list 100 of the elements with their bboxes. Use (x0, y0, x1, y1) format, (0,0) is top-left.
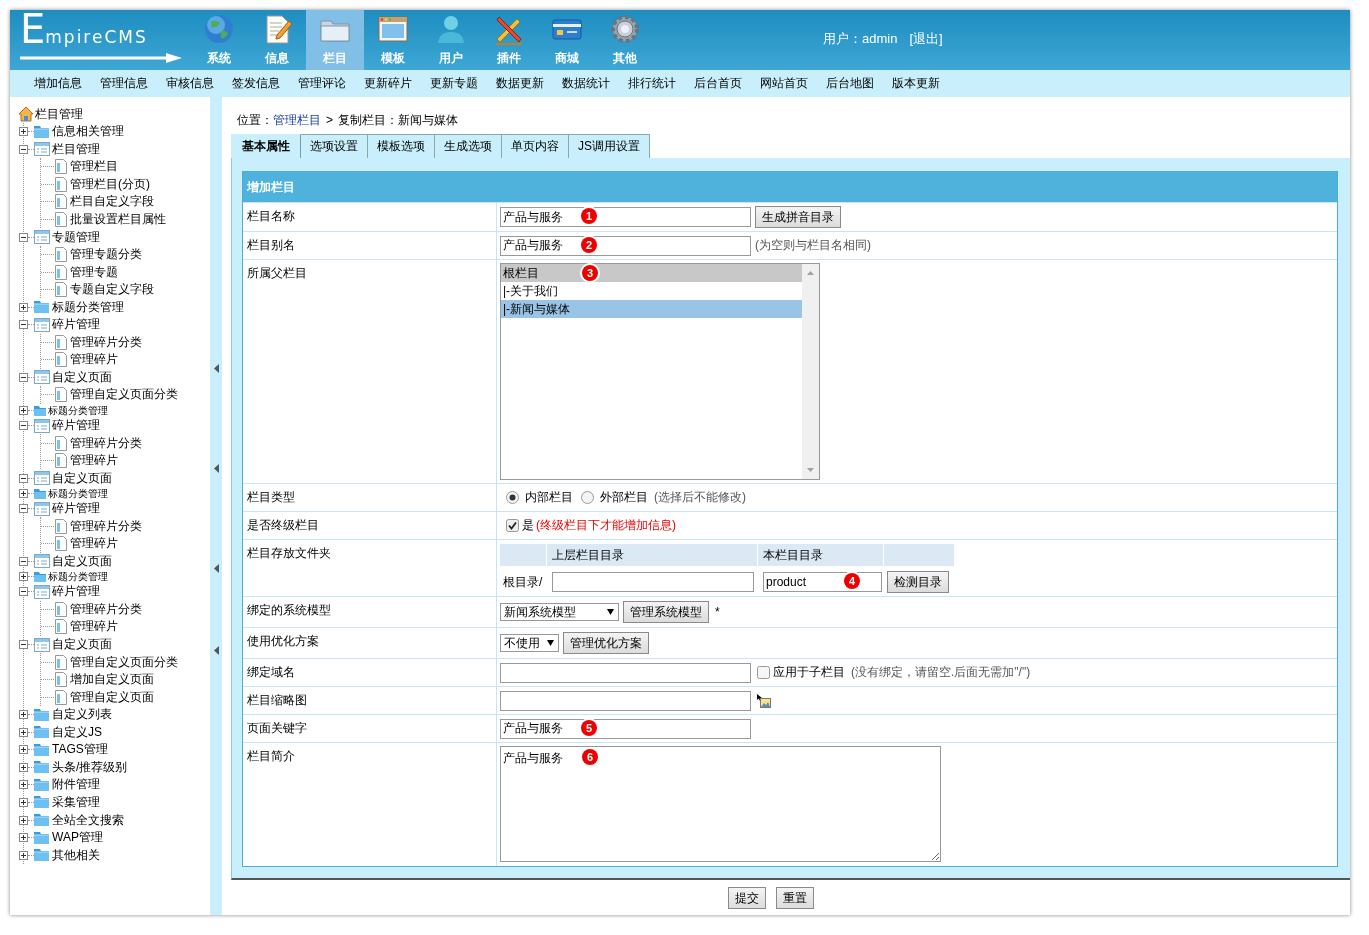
tree-item[interactable]: 碎片管理 (52, 500, 100, 518)
tab[interactable]: 基本属性 (231, 134, 301, 158)
collapse-icon[interactable] (19, 504, 28, 514)
collapse-icon[interactable] (19, 421, 28, 430)
menu-link[interactable]: 更新碎片 (364, 75, 412, 92)
tab[interactable]: 选项设置 (301, 134, 368, 158)
tree-item[interactable]: 管理碎片 (70, 452, 118, 470)
menu-link[interactable]: 后台地图 (826, 75, 874, 92)
expand-icon[interactable] (19, 762, 28, 772)
tree-item[interactable]: 管理碎片分类 (70, 333, 142, 351)
input-field[interactable] (552, 572, 754, 592)
expand-icon[interactable] (19, 727, 28, 737)
button[interactable]: 重置 (776, 887, 814, 909)
tree-item[interactable]: 采集管理 (52, 793, 100, 811)
tree-item[interactable]: 专题自定义字段 (70, 281, 154, 299)
dropdown[interactable]: 不使用 (500, 634, 559, 652)
list-box[interactable]: 根栏目 3 |-关于我们 |-新闻与媒体 (500, 263, 820, 480)
tree-item[interactable]: 管理碎片 (70, 535, 118, 553)
tree-item[interactable]: 栏目管理 (52, 140, 100, 158)
tree-item[interactable]: 全站全文搜索 (52, 811, 124, 829)
collapse-icon[interactable] (19, 372, 28, 382)
tree-item[interactable]: 管理栏目(分页) (70, 175, 150, 193)
tree-item[interactable]: 管理碎片分类 (70, 600, 142, 618)
expand-icon[interactable] (19, 405, 28, 415)
collapse-icon[interactable] (19, 232, 28, 242)
list-option[interactable]: |-关于我们 (501, 282, 802, 300)
tree-item[interactable]: 管理专题分类 (70, 246, 142, 264)
input-field[interactable] (500, 690, 751, 711)
expand-icon[interactable] (19, 815, 28, 825)
radio-button[interactable] (506, 491, 519, 504)
tree-item[interactable]: 碎片管理 (52, 316, 100, 334)
collapse-icon[interactable] (19, 640, 28, 650)
tree-item[interactable]: 增加自定义页面 (70, 671, 154, 689)
tree-item[interactable]: 自定义列表 (52, 706, 112, 724)
tab[interactable]: JS调用设置 (569, 134, 650, 158)
menu-link[interactable]: 数据统计 (562, 75, 610, 92)
menu-link[interactable]: 签发信息 (232, 75, 280, 92)
tree-item[interactable]: 管理栏目 (70, 158, 118, 176)
tree-item[interactable]: 管理自定义页面 (70, 688, 154, 706)
expand-icon[interactable] (19, 833, 28, 843)
dropdown[interactable]: 新闻系统模型 (500, 603, 619, 621)
tree-item[interactable]: 管理碎片分类 (70, 517, 142, 535)
list-option[interactable]: 根栏目 3 (501, 264, 802, 282)
tree-item[interactable]: 标题分类管理 (52, 298, 124, 316)
tree-item[interactable]: 批量设置栏目属性 (70, 211, 166, 228)
menu-link[interactable]: 更新专题 (430, 75, 478, 92)
tree-item[interactable]: 自定义JS (52, 723, 102, 741)
tree-item[interactable]: 碎片管理 (52, 417, 100, 434)
button[interactable]: 生成拼音目录 (755, 206, 841, 228)
breadcrumb-link[interactable]: 管理栏目 (273, 112, 321, 129)
tree-item[interactable]: 专题管理 (52, 228, 100, 246)
checkbox[interactable] (757, 666, 770, 679)
menu-link[interactable]: 网站首页 (760, 75, 808, 92)
tree-item[interactable]: 自定义页面 (52, 552, 112, 570)
tree-item[interactable]: 管理碎片 (70, 618, 118, 636)
collapse-icon[interactable] (19, 587, 28, 597)
expand-icon[interactable] (19, 780, 28, 790)
expand-icon[interactable] (19, 488, 28, 498)
expand-icon[interactable] (19, 850, 28, 860)
menu-link[interactable]: 管理评论 (298, 75, 346, 92)
tree-item[interactable]: 标题分类管理 (48, 486, 108, 500)
tree-item[interactable]: 其他相关 (52, 846, 100, 864)
tree-item[interactable]: 头条/推荐级别 (52, 758, 128, 776)
button[interactable]: 检测目录 (887, 571, 949, 593)
expand-icon[interactable] (19, 745, 28, 755)
menu-link[interactable]: 审核信息 (166, 75, 214, 92)
tree-item[interactable]: 管理专题 (70, 263, 118, 281)
tab[interactable]: 生成选项 (435, 134, 502, 158)
collapse-icon[interactable] (19, 473, 28, 483)
tab[interactable]: 单页内容 (502, 134, 569, 158)
button[interactable]: 管理系统模型 (623, 601, 709, 623)
collapse-icon[interactable] (19, 320, 28, 330)
tree-item[interactable]: 附件管理 (52, 776, 100, 794)
tree-item[interactable]: TAGS管理 (52, 741, 108, 759)
menu-link[interactable]: 增加信息 (34, 75, 82, 92)
button[interactable]: 提交 (728, 887, 766, 909)
tree-item[interactable]: 管理碎片 (70, 351, 118, 369)
tree-item[interactable]: 栏目自定义字段 (70, 193, 154, 211)
radio-button[interactable] (581, 491, 594, 504)
tree-item[interactable]: 自定义页面 (52, 368, 112, 386)
tree-item[interactable]: WAP管理 (52, 829, 103, 847)
expand-icon[interactable] (19, 302, 28, 312)
menu-link[interactable]: 后台首页 (694, 75, 742, 92)
checkbox[interactable] (506, 519, 519, 532)
tree-item[interactable]: 碎片管理 (52, 583, 100, 601)
expand-icon[interactable] (19, 710, 28, 720)
collapse-icon[interactable] (19, 556, 28, 566)
menu-link[interactable]: 数据更新 (496, 75, 544, 92)
collapse-icon[interactable] (19, 144, 28, 154)
menu-link[interactable]: 版本更新 (892, 75, 940, 92)
expand-icon[interactable] (19, 127, 28, 137)
tree-item[interactable]: 管理自定义页面分类 (70, 653, 178, 671)
tree-item[interactable]: 自定义页面 (52, 636, 112, 654)
expand-icon[interactable] (19, 572, 28, 582)
tree-item[interactable]: 管理自定义页面分类 (70, 386, 178, 404)
tree-item[interactable]: 标题分类管理 (48, 570, 108, 584)
menu-link[interactable]: 排行统计 (628, 75, 676, 92)
input-field[interactable] (500, 662, 751, 683)
tree-item[interactable]: 管理碎片分类 (70, 434, 142, 452)
tree-item[interactable]: 标题分类管理 (48, 403, 108, 417)
